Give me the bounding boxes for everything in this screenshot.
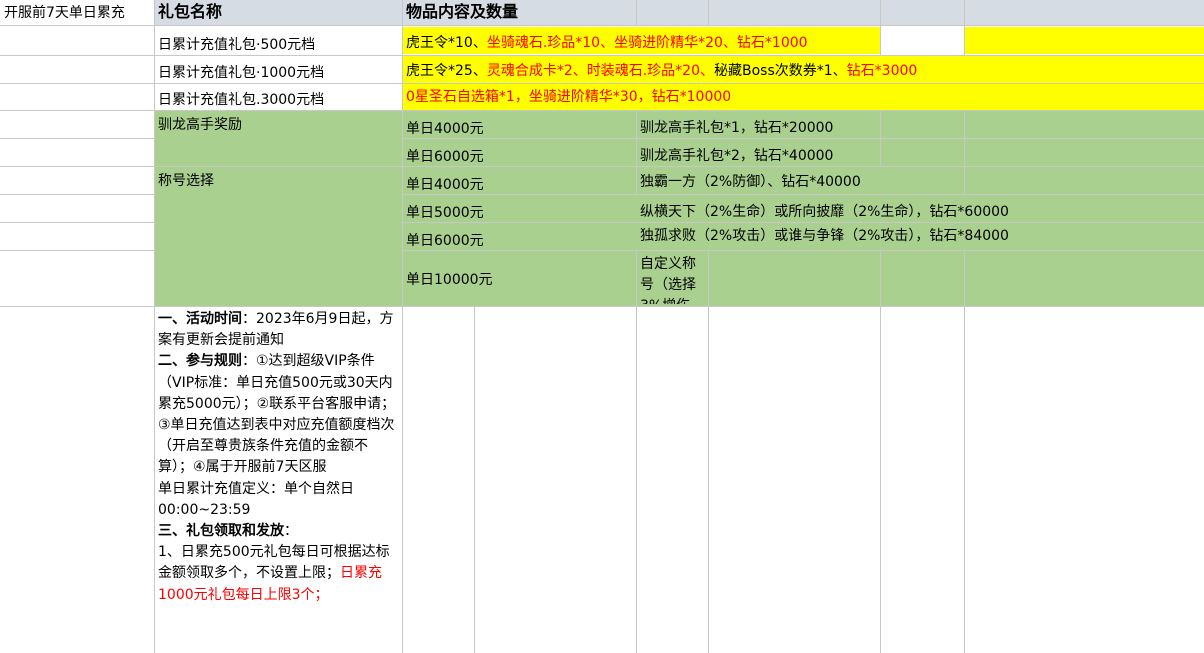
rules-section-title: 二、参与规则 (158, 353, 242, 370)
pack-1000-name[interactable]: 日累计充值礼包·1000元档 (158, 64, 324, 82)
pack-item: 钻石*3000 (846, 63, 918, 79)
pack-500-extra-fill (964, 27, 1204, 54)
pack-1000-items[interactable]: 虎王令*25、灵魂合成卡*2、时装魂石.珍品*20、秘藏Boss次数券*1、钻石… (406, 62, 917, 80)
title-tier[interactable]: 单日6000元 (406, 232, 484, 250)
item-content-header[interactable]: 物品内容及数量 (406, 3, 518, 21)
cell-a1[interactable]: 开服前7天单日累充 (4, 4, 125, 22)
title-tier[interactable]: 单日4000元 (406, 176, 484, 194)
pack-item: 坐骑魂石.珍品*10、坐骑进阶精华*20、钻石*1000 (486, 35, 808, 51)
pack-item: 虎王令*10、 (406, 35, 487, 51)
title-reward-custom[interactable]: 自定义称号（选择3%增伤 (640, 254, 706, 304)
header-row-fill (154, 0, 1204, 25)
pack-500-name[interactable]: 日累计充值礼包·500元档 (158, 36, 315, 54)
rules-text[interactable]: 一、活动时间：2023年6月9日起，方案有更新会提前通知 二、参与规则：①达到超… (158, 309, 402, 606)
rules-section-text: ： (284, 523, 298, 540)
pack-item: 秘藏Boss次数券*1、 (714, 63, 847, 79)
tamer-reward[interactable]: 驯龙高手礼包*1，钻石*20000 (640, 119, 833, 137)
pack-3000-name[interactable]: 日累计充值礼包.3000元档 (158, 91, 324, 109)
tamer-tier[interactable]: 单日6000元 (406, 148, 484, 166)
rules-section-text: ：①达到超级VIP条件（VIP标准：单日充值500元或30天内累充5000元）；… (158, 353, 396, 476)
title-reward[interactable]: 独孤求败（2%攻击）或谁与争锋（2%攻击），钻石*84000 (640, 227, 1009, 245)
tamer-label[interactable]: 驯龙高手奖励 (158, 116, 242, 134)
pack-500-items[interactable]: 虎王令*10、坐骑魂石.珍品*10、坐骑进阶精华*20、钻石*1000 (406, 34, 808, 52)
pack-item: 虎王令*25、 (406, 63, 487, 79)
tamer-reward[interactable]: 驯龙高手礼包*2，钻石*40000 (640, 147, 833, 165)
title-tier[interactable]: 单日10000元 (406, 271, 493, 289)
title-reward[interactable]: 纵横天下（2%生命）或所向披靡（2%生命），钻石*60000 (640, 203, 1009, 221)
spreadsheet: 开服前7天单日累充 礼包名称 物品内容及数量 日累计充值礼包·500元档 虎王令… (0, 0, 1204, 653)
rules-definition: 单日累计充值定义：单个自然日00:00~23:59 (158, 480, 354, 518)
tamer-tier[interactable]: 单日4000元 (406, 120, 484, 138)
gift-name-header[interactable]: 礼包名称 (158, 3, 222, 21)
title-choice-label[interactable]: 称号选择 (158, 172, 214, 190)
title-reward[interactable]: 独霸一方（2%防御）、钻石*40000 (640, 173, 861, 191)
rules-section-title: 三、礼包领取和发放 (158, 523, 284, 540)
pack-3000-items[interactable]: 0星圣石自选箱*1，坐骑进阶精华*30，钻石*10000 (406, 88, 731, 106)
rules-section-title: 一、活动时间 (158, 311, 242, 327)
pack-item: 灵魂合成卡*2、时装魂石.珍品*20、 (486, 63, 714, 79)
title-tier[interactable]: 单日5000元 (406, 204, 484, 222)
